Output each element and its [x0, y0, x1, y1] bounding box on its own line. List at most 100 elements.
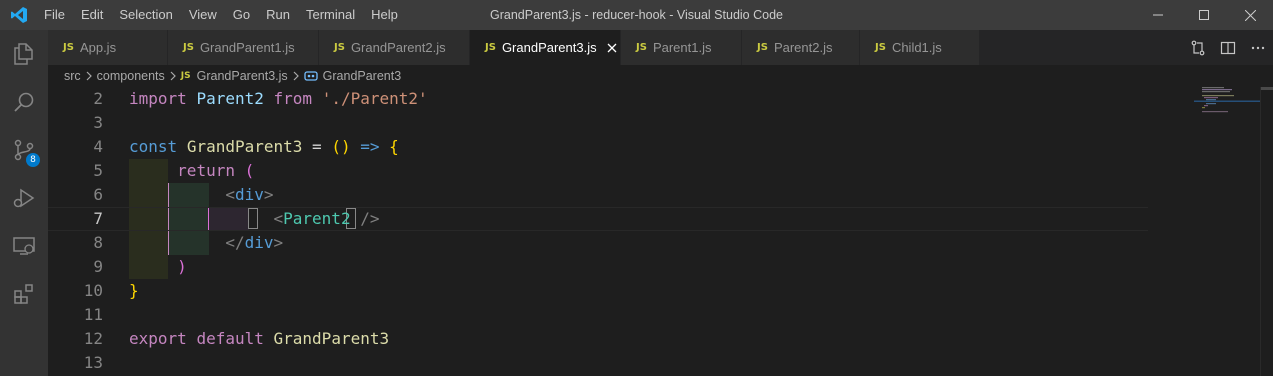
line-number: 12 [83, 329, 103, 348]
line-number: 13 [83, 353, 103, 372]
code-text: ) [177, 257, 187, 276]
remote-explorer-button[interactable] [0, 222, 48, 270]
minimap[interactable] [1194, 87, 1264, 376]
code-line: 2 import Parent2 from './Parent2' [48, 87, 1148, 111]
tab-parent1-js[interactable]: JS Parent1.js [621, 30, 742, 65]
code-line: 13 [48, 351, 1148, 375]
code-line: 12 export default GrandParent3 [48, 327, 1148, 351]
line-number: 3 [93, 113, 103, 132]
vertical-scrollbar[interactable] [1260, 87, 1273, 376]
tab-label: Child1.js [891, 40, 942, 55]
split-editor-button[interactable] [1213, 30, 1243, 65]
tab-app-js[interactable]: JS App.js [48, 30, 168, 65]
line-number: 5 [93, 161, 103, 180]
line-number: 11 [83, 305, 103, 324]
breadcrumb: src components JS GrandParent3.js GrandP… [48, 65, 1273, 87]
breadcrumb-symbol[interactable]: GrandParent3 [304, 69, 401, 83]
code-text: </div> [225, 233, 284, 252]
code-text: import Parent2 from './Parent2' [129, 89, 428, 108]
run-debug-icon [13, 188, 35, 208]
js-file-icon: JS [757, 42, 768, 53]
open-changes-button[interactable] [1183, 30, 1213, 65]
vscode-logo-icon [11, 7, 27, 23]
tab-grandparent2-js[interactable]: JS GrandParent2.js [319, 30, 470, 65]
close-icon [1244, 9, 1256, 21]
close-tab-button[interactable] [605, 40, 620, 56]
run-debug-button[interactable] [0, 174, 48, 222]
extensions-button[interactable] [0, 270, 48, 318]
source-control-button[interactable]: 8 [0, 126, 48, 174]
tab-label: Parent2.js [773, 40, 833, 55]
menu-help[interactable]: Help [363, 0, 406, 30]
more-actions-button[interactable] [1243, 30, 1273, 65]
extensions-icon [14, 284, 33, 304]
code-editor[interactable]: 2 import Parent2 from './Parent2' 3 4 co… [48, 87, 1273, 376]
line-number: 9 [93, 257, 103, 276]
line-number: 4 [93, 137, 103, 156]
breadcrumb-file[interactable]: JS GrandParent3.js [181, 69, 288, 83]
tab-label: App.js [79, 40, 117, 55]
code-text: } [129, 281, 139, 300]
js-file-icon: JS [183, 42, 194, 53]
compare-changes-icon [1191, 40, 1205, 55]
line-number: 2 [93, 89, 103, 108]
editor-tab-bar: JS App.js JS GrandParent1.js JS GrandPar… [48, 30, 1273, 65]
js-file-icon: JS [334, 42, 345, 53]
tab-label: Parent1.js [652, 40, 712, 55]
maximize-button[interactable] [1181, 0, 1227, 30]
title-bar: File Edit Selection View Go Run Terminal… [0, 0, 1273, 30]
explorer-button[interactable] [0, 30, 48, 78]
split-editor-icon [1220, 41, 1236, 54]
tab-grandparent1-js[interactable]: JS GrandParent1.js [168, 30, 319, 65]
minimize-button[interactable] [1135, 0, 1181, 30]
tab-child1-js[interactable]: JS Child1.js [860, 30, 980, 65]
breadcrumb-components[interactable]: components [97, 69, 165, 83]
menu-terminal[interactable]: Terminal [298, 0, 363, 30]
symbol-icon [304, 71, 318, 81]
window-controls [1135, 0, 1273, 30]
menu-view[interactable]: View [181, 0, 225, 30]
close-window-button[interactable] [1227, 0, 1273, 30]
code-text: return ( [177, 161, 255, 180]
tab-label: GrandParent2.js [350, 40, 446, 55]
menu-selection[interactable]: Selection [111, 0, 180, 30]
tab-label: GrandParent3.js [501, 40, 597, 55]
js-file-icon: JS [875, 42, 886, 53]
menu-bar: File Edit Selection View Go Run Terminal… [36, 0, 406, 30]
code-line: 9 ) [48, 255, 1148, 279]
tab-list: JS App.js JS GrandParent1.js JS GrandPar… [48, 30, 980, 65]
code-line: 7 <Parent2 /> [48, 207, 1148, 231]
maximize-icon [1199, 10, 1209, 20]
js-file-icon: JS [636, 42, 647, 53]
code-line: 10 } [48, 279, 1148, 303]
tab-parent2-js[interactable]: JS Parent2.js [742, 30, 860, 65]
menu-run[interactable]: Run [258, 0, 298, 30]
search-icon [14, 92, 34, 112]
code-line: 11 [48, 303, 1148, 327]
code-text: const GrandParent3 = () => { [129, 137, 399, 156]
close-icon [607, 43, 617, 52]
explorer-icon [14, 43, 33, 65]
menu-file[interactable]: File [36, 0, 73, 30]
code-text: <Parent2 /> [273, 209, 380, 228]
search-button[interactable] [0, 78, 48, 126]
code-text: export default GrandParent3 [129, 329, 390, 348]
code-line: 3 [48, 111, 1148, 135]
chevron-right-icon [85, 71, 93, 81]
js-file-icon: JS [63, 42, 74, 53]
scroll-position-marker [1261, 87, 1273, 90]
code-line: 6 <div> [48, 183, 1148, 207]
tab-grandparent3-js[interactable]: JS GrandParent3.js [470, 30, 621, 65]
menu-edit[interactable]: Edit [73, 0, 111, 30]
line-number: 7 [93, 209, 103, 228]
source-control-badge: 8 [26, 153, 40, 167]
code-line: 8 </div> [48, 231, 1148, 255]
breadcrumb-src[interactable]: src [64, 69, 81, 83]
tab-label: GrandParent1.js [199, 40, 295, 55]
more-actions-icon [1251, 46, 1265, 49]
minimize-icon [1153, 14, 1163, 16]
line-number: 8 [93, 233, 103, 252]
menu-go[interactable]: Go [225, 0, 258, 30]
remote-explorer-icon [13, 237, 35, 255]
code-line: 5 return ( [48, 159, 1148, 183]
